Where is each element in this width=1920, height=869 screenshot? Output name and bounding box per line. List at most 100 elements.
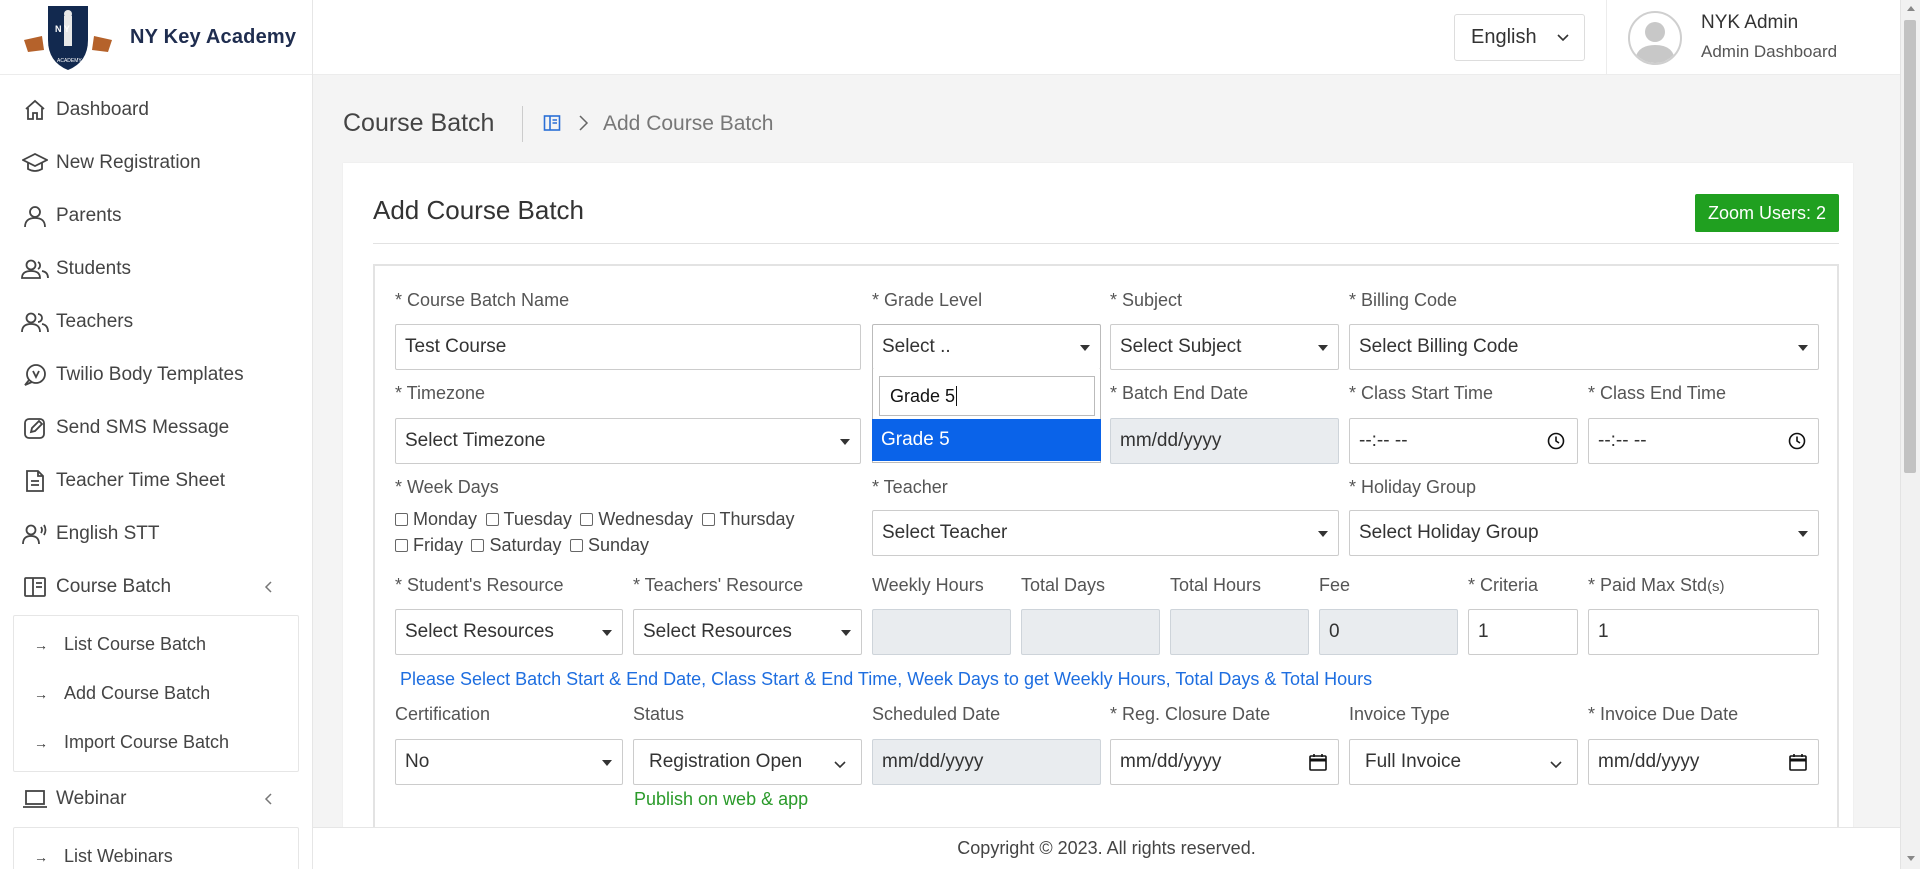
students-resource-select[interactable]: Select Resources — [395, 609, 623, 655]
clock-icon[interactable] — [1547, 432, 1565, 450]
checkbox-box[interactable] — [395, 539, 408, 552]
criteria-input[interactable]: 1 — [1468, 609, 1578, 655]
caret-down-icon — [602, 760, 612, 766]
sidebar-item-label: Send SMS Message — [56, 416, 230, 438]
checkbox-box[interactable] — [569, 539, 583, 552]
holiday-group-select[interactable]: Select Holiday Group — [1349, 510, 1819, 556]
grade-level-option-highlighted[interactable]: Grade 5 — [872, 419, 1101, 461]
chevron-down-icon — [1557, 34, 1569, 42]
checkbox-box[interactable] — [485, 513, 499, 526]
checkbox-box[interactable] — [395, 513, 408, 526]
breadcrumb-divider — [522, 106, 523, 142]
chevron-left-icon — [264, 792, 272, 805]
scroll-up-arrow-icon[interactable] — [1906, 4, 1916, 12]
checkbox-box[interactable] — [471, 539, 485, 552]
batch-end-date-input[interactable]: mm/dd/yyyy — [1110, 418, 1339, 464]
sidebar-item-teachers[interactable]: Teachers — [0, 295, 312, 348]
checkbox-monday[interactable]: Monday — [395, 509, 477, 530]
sidebar-item-students[interactable]: Students — [0, 242, 312, 295]
calendar-icon[interactable] — [1788, 752, 1808, 772]
arrow-right-icon: → — [34, 636, 48, 653]
sidebar-item-dashboard[interactable]: Dashboard — [0, 83, 312, 136]
grade-level-search-input[interactable]: Grade 5 — [879, 376, 1095, 416]
course-batch-name-input[interactable]: Test Course — [395, 324, 861, 370]
caret-down-icon — [602, 630, 612, 636]
invoice-due-date-input[interactable]: mm/dd/yyyy — [1588, 739, 1819, 785]
scroll-down-arrow-icon[interactable] — [1906, 855, 1916, 863]
sidebar-item-english-stt[interactable]: English STT — [0, 507, 312, 560]
checkbox-sunday[interactable]: Sunday — [569, 535, 650, 556]
grade-level-select[interactable]: Select .. — [872, 324, 1101, 370]
checkbox-label: Wednesday — [598, 509, 694, 529]
timezone-select[interactable]: Select Timezone — [395, 418, 861, 464]
label-invoice-due-date: * Invoice Due Date — [1588, 704, 1739, 724]
class-end-time-input[interactable]: --:-- -- — [1588, 418, 1819, 464]
paid-max-std-input[interactable]: 1 — [1588, 609, 1819, 655]
chat-bubble-icon — [20, 361, 50, 389]
caret-down-icon — [1318, 345, 1328, 351]
billing-code-select[interactable]: Select Billing Code — [1349, 324, 1819, 370]
teachers-resource-select[interactable]: Select Resources — [633, 609, 862, 655]
checkbox-label: Sunday — [587, 535, 650, 555]
teacher-select[interactable]: Select Teacher — [872, 510, 1339, 556]
scrollbar-thumb[interactable] — [1904, 20, 1916, 473]
zoom-users-badge: Zoom Users: 2 — [1695, 194, 1839, 232]
sidebar-item-webinar[interactable]: Webinar — [0, 772, 312, 825]
laptop-icon — [20, 785, 50, 813]
select-value: Registration Open — [649, 751, 803, 772]
sidebar-item-send-sms[interactable]: Send SMS Message — [0, 401, 312, 454]
label-students-resource: * Student's Resource — [395, 575, 564, 595]
checkbox-saturday[interactable]: Saturday — [471, 535, 562, 556]
fee-input: 0 — [1319, 609, 1458, 655]
sidebar-item-new-registration[interactable]: New Registration — [0, 136, 312, 189]
option-label: Grade 5 — [881, 429, 950, 450]
label-holiday-group: * Holiday Group — [1349, 477, 1477, 497]
checkbox-thursday[interactable]: Thursday — [701, 509, 795, 530]
checkbox-box[interactable] — [580, 513, 594, 526]
sidebar-item-course-batch[interactable]: Course Batch — [0, 560, 312, 613]
sidebar-sub-import-course-batch[interactable]: → Import Course Batch — [14, 718, 298, 767]
sidebar-sub-list-course-batch[interactable]: → List Course Batch — [14, 620, 298, 669]
add-course-batch-card: Add Course Batch Zoom Users: 2 * Course … — [343, 163, 1853, 869]
certification-select[interactable]: No — [395, 739, 623, 785]
week-days-checkboxes: Monday Tuesday Wednesday Thursday Friday… — [395, 509, 835, 561]
page-scrollbar[interactable] — [1900, 0, 1920, 869]
label-total-hours: Total Hours — [1170, 575, 1262, 595]
book-icon[interactable] — [543, 114, 561, 132]
status-note: Publish on web & app — [634, 789, 809, 809]
sidebar-item-label: New Registration — [56, 151, 201, 173]
breadcrumb-current: Add Course Batch — [603, 112, 774, 135]
language-select[interactable]: English — [1454, 14, 1585, 61]
sidebar-sub-list-webinars[interactable]: → List Webinars — [14, 832, 298, 869]
checkbox-box[interactable] — [701, 513, 715, 526]
calendar-icon[interactable] — [1308, 752, 1328, 772]
input-value: 1 — [1598, 621, 1609, 642]
subject-select[interactable]: Select Subject — [1110, 324, 1339, 370]
arrow-right-icon: → — [34, 848, 48, 865]
sidebar-item-twilio-templates[interactable]: Twilio Body Templates — [0, 348, 312, 401]
checkbox-tuesday[interactable]: Tuesday — [485, 509, 572, 530]
sidebar-item-label: Dashboard — [56, 98, 149, 120]
checkbox-wednesday[interactable]: Wednesday — [580, 509, 693, 530]
reg-closure-date-input[interactable]: mm/dd/yyyy — [1110, 739, 1339, 785]
label-scheduled-date: Scheduled Date — [872, 704, 1001, 724]
sidebar-item-parents[interactable]: Parents — [0, 189, 312, 242]
select-value: Select .. — [882, 336, 951, 357]
user-icon — [20, 202, 50, 230]
brand[interactable]: N Y ACADEMY NY Key Academy — [0, 0, 312, 75]
class-start-time-input[interactable]: --:-- -- — [1349, 418, 1578, 464]
document-icon — [20, 467, 50, 495]
users-icon — [20, 255, 50, 283]
caret-down-icon — [1798, 531, 1808, 537]
avatar[interactable] — [1628, 11, 1682, 65]
sidebar-sub-add-course-batch[interactable]: → Add Course Batch — [14, 669, 298, 718]
clock-icon[interactable] — [1788, 432, 1806, 450]
card-title: Add Course Batch — [373, 195, 585, 225]
invoice-type-select[interactable]: Full Invoice — [1349, 739, 1578, 785]
chevron-left-icon — [264, 580, 272, 593]
status-select[interactable]: Registration Open — [633, 739, 862, 785]
sidebar-item-teacher-time-sheet[interactable]: Teacher Time Sheet — [0, 454, 312, 507]
user-name[interactable]: NYK Admin — [1701, 12, 1798, 34]
checkbox-friday[interactable]: Friday — [395, 535, 463, 556]
book-icon — [20, 573, 50, 601]
